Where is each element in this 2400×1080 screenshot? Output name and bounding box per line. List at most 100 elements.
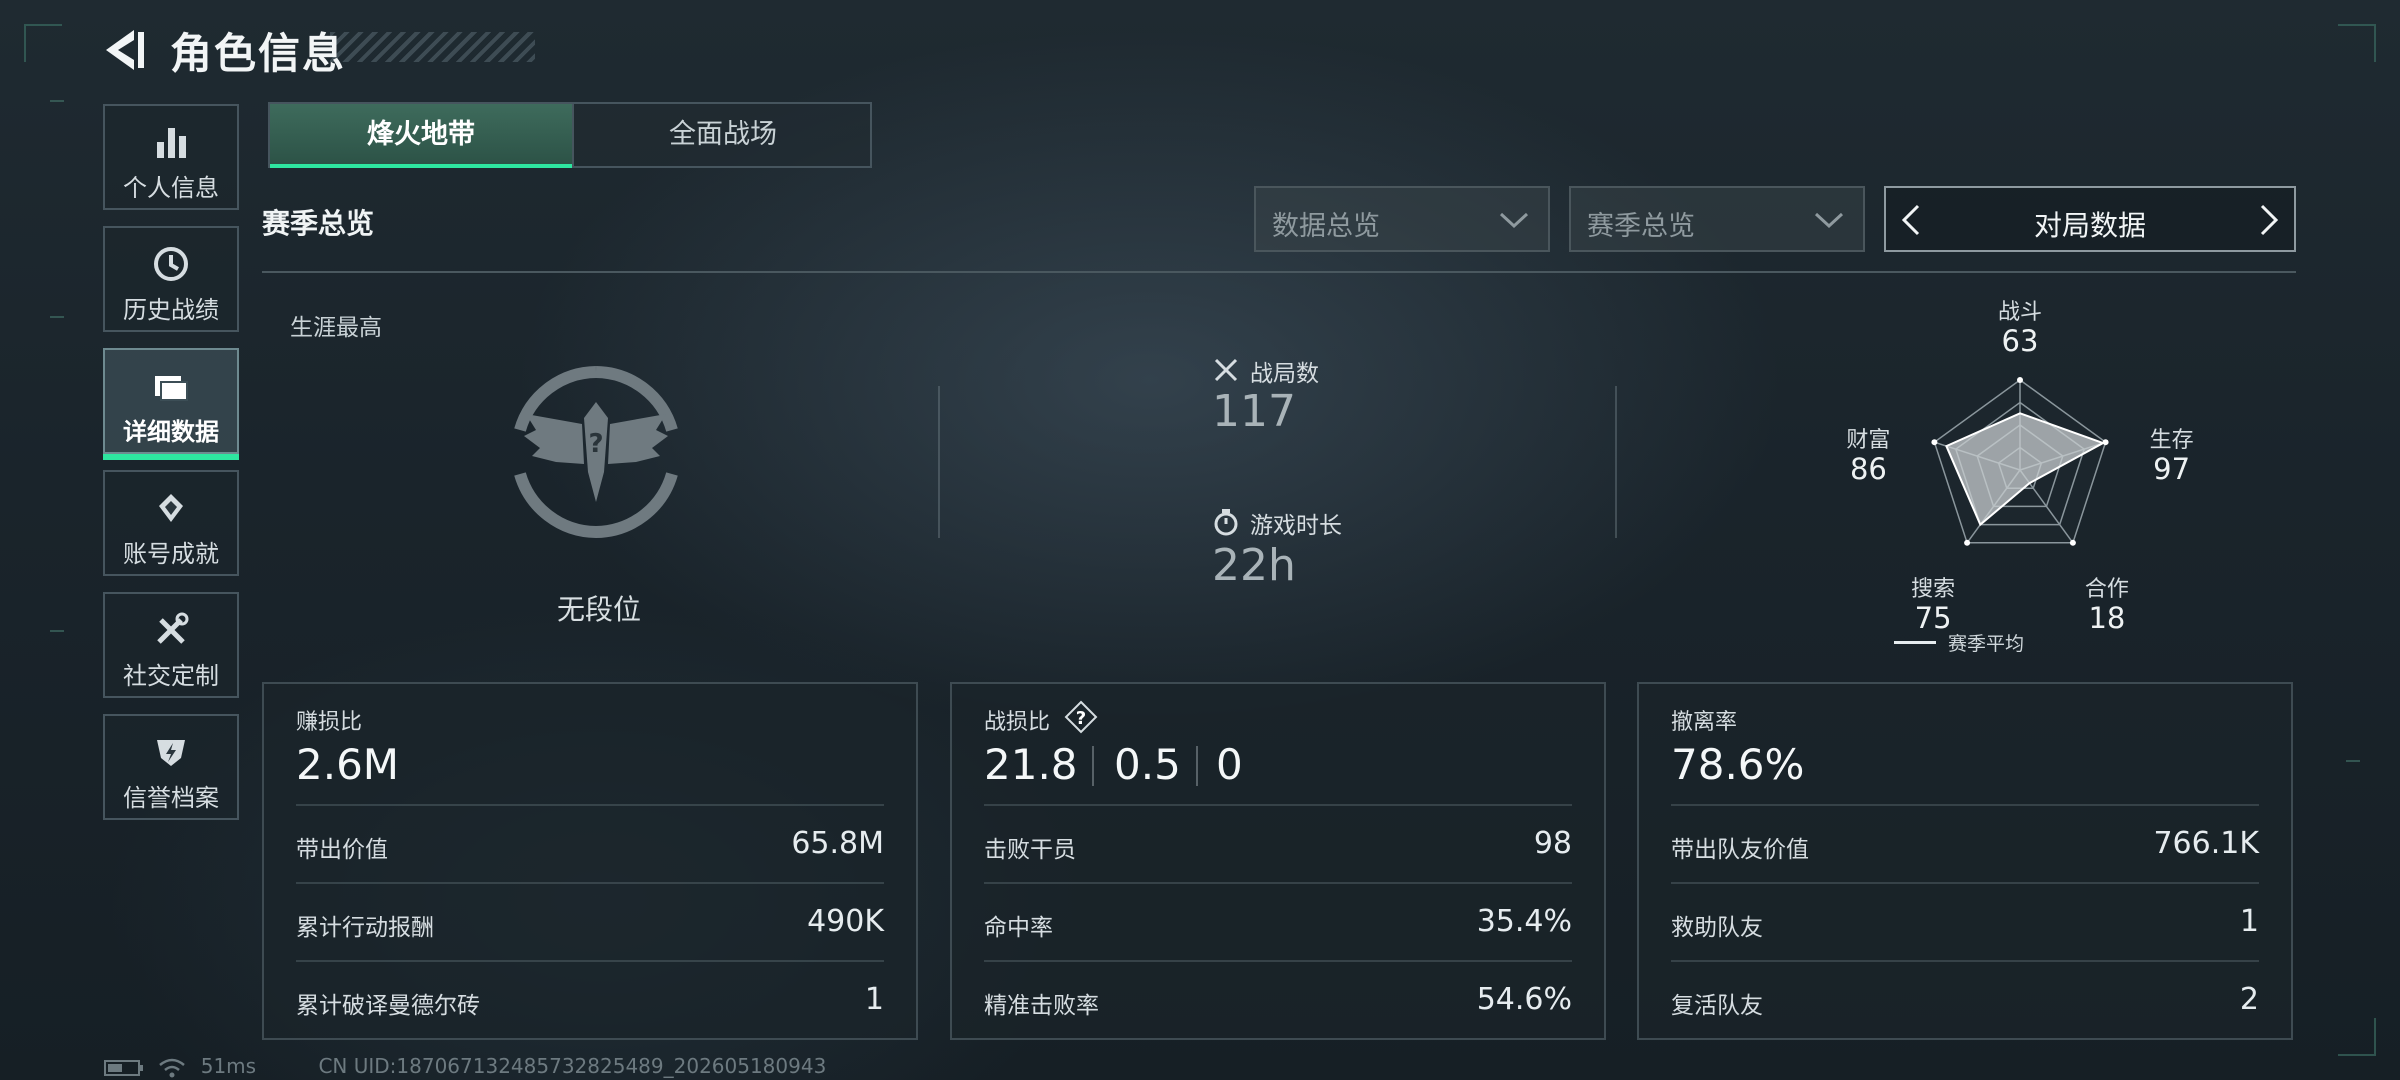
tab-battlefield[interactable]: 全面战场 bbox=[572, 104, 872, 166]
stat-row: 救助队友 1 bbox=[1671, 882, 2259, 962]
radar-axis-value: 63 bbox=[2001, 324, 2039, 358]
help-glyph: ? bbox=[1076, 708, 1086, 729]
sidebar-item-label: 个人信息 bbox=[123, 174, 219, 202]
radar-axis-dot bbox=[2017, 377, 2023, 383]
radar-axis-label: 合作 bbox=[2084, 576, 2129, 602]
wrench-tools-icon bbox=[157, 612, 189, 644]
stat-row: 击败干员 98 bbox=[984, 804, 1572, 884]
stat-row: 带出价值 65.8M bbox=[296, 804, 884, 884]
stat-value: 65.8M bbox=[791, 826, 884, 861]
dropdown-value: 数据总览 bbox=[1272, 211, 1380, 242]
radar-axis-label: 战斗 bbox=[1997, 300, 2042, 325]
radar-axis-value: 18 bbox=[2088, 600, 2126, 635]
radar-axis-label: 生存 bbox=[2149, 428, 2194, 454]
help-icon[interactable]: ? bbox=[1064, 700, 1098, 734]
extraction-panel: 撤离率 78.6% 带出队友价值 766.1K 救助队友 1 复活队友 2 bbox=[1637, 682, 2293, 1040]
radar-axis-dot bbox=[1964, 539, 1971, 546]
bar-chart-icon bbox=[157, 128, 186, 158]
career-best-label: 生涯最高 bbox=[290, 315, 382, 341]
panel-title: 赚损比 bbox=[296, 710, 363, 735]
stat-key: 击败干员 bbox=[984, 837, 1076, 863]
stat-value: 2 bbox=[2239, 982, 2259, 1017]
frame-corner-top-right bbox=[2338, 24, 2376, 62]
shield-bolt-icon bbox=[157, 740, 185, 766]
rank-emblem-icon: ? bbox=[514, 366, 678, 539]
radar-axis-label: 财富 bbox=[1846, 428, 1891, 454]
stat-key: 精准击败率 bbox=[984, 993, 1099, 1019]
stat-key: 命中率 bbox=[984, 915, 1053, 941]
stat-row: 精准击败率 54.6% bbox=[984, 960, 1572, 1040]
chevron-down-icon bbox=[1814, 212, 1844, 229]
stat-key: 救助队友 bbox=[1671, 915, 1763, 941]
panel-title: 战损比 bbox=[984, 710, 1051, 735]
tab-warzone[interactable]: 烽火地带 bbox=[270, 104, 572, 168]
rank-name: 无段位 bbox=[556, 593, 641, 626]
profit-panel: 赚损比 2.6M 带出价值 65.8M 累计行动报酬 490K 累计破译曼德尔砖… bbox=[262, 682, 918, 1040]
data-overview-dropdown[interactable]: 数据总览 bbox=[1254, 186, 1550, 252]
playtime-label: 游戏时长 bbox=[1250, 513, 1342, 539]
kd-panel: 战损比 ? 21.8 0.5 0 击败干员 98 命中率 35.4% 精准击败率… bbox=[950, 682, 1606, 1040]
stat-key: 复活队友 bbox=[1671, 993, 1763, 1019]
vertical-divider bbox=[1615, 386, 1617, 538]
sidebar-item-reputation[interactable]: 信誉档案 bbox=[103, 714, 239, 820]
frame-corner-top-left bbox=[24, 24, 62, 62]
stat-value: 1 bbox=[2239, 904, 2259, 939]
svg-text:?: ? bbox=[588, 429, 603, 459]
vertical-divider bbox=[938, 386, 940, 538]
value-separator bbox=[1196, 746, 1198, 786]
sidebar-item-history[interactable]: 历史战绩 bbox=[103, 226, 239, 332]
hud-tick bbox=[50, 316, 64, 318]
death-ratio-value: 0.5 bbox=[1114, 740, 1181, 789]
radar-axis-label: 搜索 bbox=[1911, 576, 1956, 602]
radar-axis-value: 86 bbox=[1849, 452, 1887, 487]
sidebar-item-details[interactable]: 详细数据 bbox=[103, 348, 239, 460]
legend-label: 赛季平均 bbox=[1948, 633, 2025, 655]
section-title: 赛季总览 bbox=[262, 207, 375, 240]
radar-axis-dot bbox=[1931, 439, 1938, 446]
stat-value: 35.4% bbox=[1476, 904, 1572, 939]
back-arrow-icon[interactable] bbox=[100, 26, 148, 74]
folder-icon bbox=[155, 376, 188, 401]
sidebar-item-achievements[interactable]: 账号成就 bbox=[103, 470, 239, 576]
sidebar-item-label: 详细数据 bbox=[123, 418, 219, 446]
sidebar-item-label: 历史战绩 bbox=[123, 296, 219, 324]
hud-tick bbox=[50, 630, 64, 632]
matches-value: 117 bbox=[1212, 386, 1296, 437]
sidebar-item-profile[interactable]: 个人信息 bbox=[103, 104, 239, 210]
uid-text: CN UID:187067132485732825489_20260518094… bbox=[318, 1054, 827, 1078]
season-overview-dropdown[interactable]: 赛季总览 bbox=[1569, 186, 1865, 252]
stat-key: 带出队友价值 bbox=[1671, 837, 1809, 863]
hud-tick bbox=[2346, 760, 2360, 762]
battery-icon bbox=[104, 1059, 143, 1076]
radar-axis-dot bbox=[2069, 539, 2076, 546]
stat-row: 命中率 35.4% bbox=[984, 882, 1572, 962]
legend-swatch bbox=[1894, 641, 1936, 644]
title-decoration bbox=[330, 32, 535, 62]
stat-value: 766.1K bbox=[2153, 826, 2259, 861]
stat-value: 1 bbox=[864, 982, 884, 1017]
stat-key: 带出价值 bbox=[296, 837, 388, 863]
playtime-value: 22h bbox=[1212, 540, 1296, 591]
ping-value: 51ms bbox=[200, 1054, 257, 1078]
status-bar: 51ms CN UID:187067132485732825489_202605… bbox=[104, 1054, 826, 1079]
page-title: 角色信息 bbox=[170, 29, 347, 78]
radar-axis-value: 97 bbox=[2153, 452, 2191, 487]
chevron-right-icon[interactable] bbox=[2254, 202, 2284, 238]
chevron-down-icon bbox=[1499, 212, 1529, 229]
pager-label: 对局数据 bbox=[2033, 209, 2146, 242]
sidebar-item-label: 社交定制 bbox=[123, 662, 219, 690]
panel-main-value: 2.6M bbox=[296, 740, 400, 789]
match-data-pager: 对局数据 bbox=[1884, 186, 2296, 252]
panel-main-value: 78.6% bbox=[1671, 740, 1805, 789]
radar-axis-dot bbox=[2102, 439, 2109, 446]
stat-row: 累计行动报酬 490K bbox=[296, 882, 884, 962]
stat-value: 98 bbox=[1533, 826, 1572, 861]
sidebar-item-social[interactable]: 社交定制 bbox=[103, 592, 239, 698]
dropdown-value: 赛季总览 bbox=[1587, 211, 1695, 242]
crossed-swords-icon bbox=[1214, 358, 1238, 382]
third-ratio-value: 0 bbox=[1216, 740, 1243, 789]
achievement-badge-icon bbox=[159, 494, 183, 522]
section-divider bbox=[262, 271, 2296, 273]
stat-value: 490K bbox=[807, 904, 884, 939]
hud-tick bbox=[50, 100, 64, 102]
